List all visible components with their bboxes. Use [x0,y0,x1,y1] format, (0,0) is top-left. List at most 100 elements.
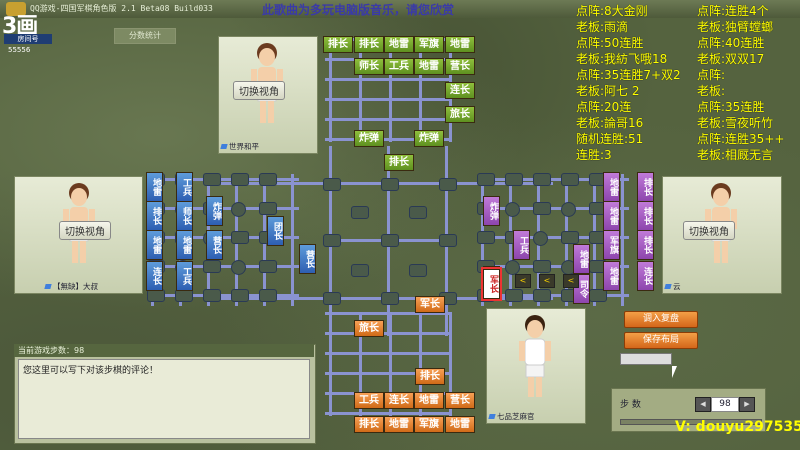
load-replay-button[interactable]: 调入复盘 [624,311,698,328]
move-arrow-icon[interactable]: < [539,274,555,288]
move-arrow-icon[interactable]: < [515,274,531,288]
piece-green[interactable]: 旅长 [445,106,475,123]
board-node[interactable] [533,260,551,273]
piece-green[interactable]: 排长 [384,154,414,171]
piece-green[interactable]: 地雷 [384,36,414,53]
piece-blue[interactable]: 地雷 [146,172,163,202]
board-node[interactable] [351,206,369,219]
piece-green[interactable]: 炸弹 [414,130,444,147]
board-node[interactable] [259,173,277,186]
piece-purple[interactable]: 地雷 [603,172,620,202]
step-next-button[interactable]: ▶ [739,397,755,412]
piece-orange[interactable]: 排长 [415,368,445,385]
board-node[interactable] [439,234,457,247]
piece-blue[interactable]: 炸弹 [206,196,223,226]
piece-green[interactable]: 排长 [354,36,384,53]
stat-label: 老板: [697,84,726,98]
piece-green[interactable]: 炸弹 [354,130,384,147]
board-node[interactable] [505,173,523,186]
piece-green[interactable]: 营长 [445,58,475,75]
board-node[interactable] [231,260,246,275]
piece-purple[interactable]: 炸弹 [483,196,500,226]
piece-orange[interactable]: 营长 [445,392,475,409]
board-node[interactable] [231,289,249,302]
piece-purple[interactable]: 地雷 [573,244,590,274]
board-node[interactable] [561,231,579,244]
board-node[interactable] [409,264,427,277]
piece-blue[interactable]: 地雷 [176,230,193,260]
board-node[interactable] [505,260,520,275]
piece-purple[interactable]: 排长 [637,230,654,260]
board-node[interactable] [203,289,221,302]
piece-purple[interactable]: 工兵 [513,230,530,260]
switch-view-button-right[interactable]: 切换视角 [683,221,735,240]
piece-blue[interactable]: 营长 [299,244,316,274]
board-node[interactable] [533,231,548,246]
board-node[interactable] [259,202,277,215]
piece-orange[interactable]: 排长 [354,416,384,433]
board-node[interactable] [323,178,341,191]
piece-blue[interactable]: 团长 [267,216,284,246]
piece-green[interactable]: 军旗 [414,36,444,53]
comment-input[interactable]: 您这里可以写下对该步棋的评论！ [18,359,310,439]
move-arrow-icon[interactable]: < [563,274,579,288]
step-prev-button[interactable]: ◀ [695,397,711,412]
piece-orange[interactable]: 旅长 [354,320,384,337]
piece-purple[interactable]: 军旗 [603,230,620,260]
highlighted-piece[interactable]: 军长 [481,267,502,301]
board-node[interactable] [381,292,399,305]
board-node[interactable] [381,178,399,191]
piece-purple[interactable]: 地雷 [603,201,620,231]
piece-green[interactable]: 排长 [323,36,353,53]
board-node[interactable] [203,173,221,186]
rail-line [325,412,451,415]
piece-green[interactable]: 地雷 [445,36,475,53]
piece-green[interactable]: 师长 [354,58,384,75]
piece-blue[interactable]: 工兵 [176,172,193,202]
piece-blue[interactable]: 地雷 [146,230,163,260]
piece-purple[interactable]: 连长 [637,261,654,291]
piece-orange[interactable]: 地雷 [414,392,444,409]
piece-green[interactable]: 工兵 [384,58,414,75]
board-node[interactable] [533,173,551,186]
piece-blue[interactable]: 工兵 [176,261,193,291]
board-node[interactable] [231,173,249,186]
step-value[interactable]: 98 [711,397,739,412]
save-layout-button[interactable]: 保存布局 [624,332,698,349]
switch-view-button-left[interactable]: 切换视角 [59,221,111,240]
piece-green[interactable]: 连长 [445,82,475,99]
piece-orange[interactable]: 连长 [384,392,414,409]
piece-blue[interactable]: 排长 [146,201,163,231]
piece-blue[interactable]: 师长 [176,201,193,231]
board-node[interactable] [477,231,495,244]
board-node[interactable] [259,289,277,302]
board-node[interactable] [477,173,495,186]
piece-orange[interactable]: 地雷 [384,416,414,433]
piece-green[interactable]: 地雷 [414,58,444,75]
piece-purple[interactable]: 排长 [637,172,654,202]
piece-purple[interactable]: 地雷 [603,261,620,291]
piece-orange[interactable]: 军旗 [414,416,444,433]
board-node[interactable] [561,202,576,217]
board-node[interactable] [323,234,341,247]
piece-blue[interactable]: 营长 [206,230,223,260]
board-node[interactable] [533,289,551,302]
board-node[interactable] [323,292,341,305]
board-node[interactable] [505,289,523,302]
board-node[interactable] [561,173,579,186]
board-node[interactable] [203,260,221,273]
board-node[interactable] [409,206,427,219]
piece-blue[interactable]: 连长 [146,261,163,291]
board-node[interactable] [505,202,520,217]
piece-orange[interactable]: 军长 [415,296,445,313]
board-node[interactable] [259,260,277,273]
board-node[interactable] [351,264,369,277]
board-node[interactable] [231,202,246,217]
piece-orange[interactable]: 工兵 [354,392,384,409]
board-node[interactable] [231,231,249,244]
piece-orange[interactable]: 地雷 [445,416,475,433]
board-node[interactable] [381,234,399,247]
board-node[interactable] [439,178,457,191]
board-node[interactable] [533,202,551,215]
piece-purple[interactable]: 排长 [637,201,654,231]
